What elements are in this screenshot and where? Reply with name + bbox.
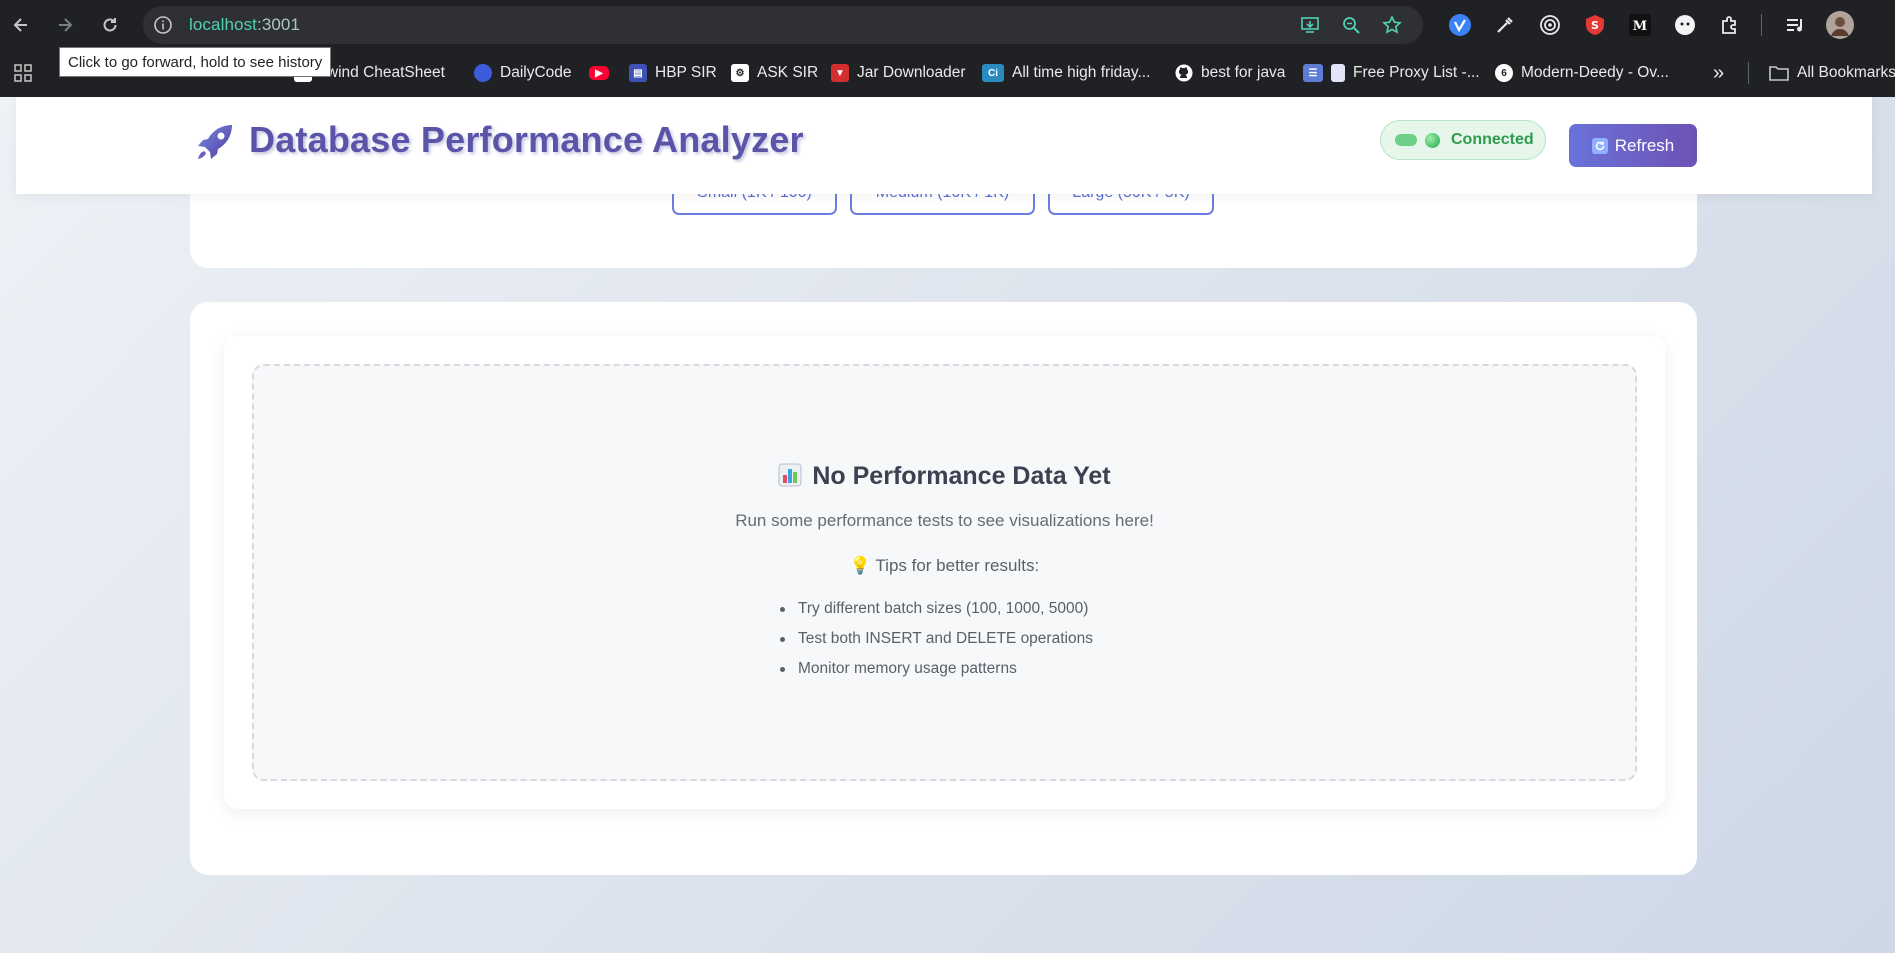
bookmark-all-time-high[interactable]: Ci All time high friday... bbox=[982, 61, 1150, 85]
bookmark-dailycode[interactable]: DailyCode bbox=[474, 61, 572, 85]
bar-chart-icon bbox=[778, 463, 802, 487]
tips-title: 💡 Tips for better results: bbox=[849, 556, 1040, 575]
puzzle-extensions-icon[interactable] bbox=[1717, 12, 1742, 37]
github-icon bbox=[1175, 64, 1193, 82]
folder-icon bbox=[1769, 66, 1789, 81]
vimeo-extension-icon[interactable] bbox=[1447, 12, 1472, 37]
status-dot-icon bbox=[1425, 133, 1440, 148]
bookmark-free-proxy[interactable]: ☰ Free Proxy List -... bbox=[1303, 61, 1480, 85]
bookmark-ask-sir[interactable]: ⚙ ASK SIR bbox=[731, 61, 818, 85]
chart-panel: No Performance Data Yet Run some perform… bbox=[224, 336, 1665, 809]
face-extension-icon[interactable] bbox=[1672, 12, 1697, 37]
browser-toolbar: localhost:3001 S M bbox=[0, 0, 1895, 50]
tips-list: Try different batch sizes (100, 1000, 50… bbox=[780, 599, 1093, 689]
zoom-icon[interactable] bbox=[1340, 14, 1362, 36]
address-bar[interactable]: localhost:3001 bbox=[143, 6, 1423, 44]
all-bookmarks-button[interactable]: All Bookmarks bbox=[1769, 61, 1895, 85]
tip-item: Monitor memory usage patterns bbox=[780, 659, 1093, 689]
status-text: Connected bbox=[1451, 131, 1534, 148]
refresh-button[interactable]: Refresh bbox=[1569, 124, 1697, 167]
bookmark-modern-deedy[interactable]: 6 Modern-Deedy - Ov... bbox=[1495, 61, 1669, 85]
profile-avatar-icon[interactable] bbox=[1826, 11, 1854, 39]
back-arrow-icon bbox=[13, 18, 27, 32]
bookmark-best-for-java[interactable]: best for java bbox=[1175, 61, 1285, 85]
app-header: Database Performance Analyzer Connected … bbox=[16, 97, 1872, 194]
visualization-card: No Performance Data Yet Run some perform… bbox=[190, 302, 1697, 875]
empty-state: No Performance Data Yet Run some perform… bbox=[252, 364, 1637, 781]
toolbar-separator bbox=[1761, 14, 1762, 36]
forward-arrow-icon bbox=[59, 18, 73, 32]
download-icon: ▼ bbox=[831, 64, 849, 82]
bookmarks-separator bbox=[1748, 62, 1749, 84]
back-button[interactable] bbox=[6, 10, 36, 40]
youtube-icon: ▶ bbox=[589, 66, 609, 80]
ci-icon: Ci bbox=[982, 64, 1004, 82]
document-icon bbox=[1331, 64, 1345, 82]
refresh-icon bbox=[1591, 137, 1608, 154]
svg-text:M: M bbox=[1632, 19, 1646, 34]
more-bookmarks-button[interactable]: » bbox=[1713, 61, 1724, 85]
avatar-icon bbox=[474, 64, 492, 82]
tip-item: Test both INSERT and DELETE operations bbox=[780, 629, 1093, 659]
media-controls-icon[interactable] bbox=[1782, 12, 1807, 37]
extensions-bar: S M bbox=[1447, 12, 1742, 37]
apps-grid-icon bbox=[14, 64, 32, 82]
toggle-icon bbox=[1395, 134, 1417, 146]
bookmark-star-icon[interactable] bbox=[1381, 14, 1403, 36]
empty-state-subtitle: Run some performance tests to see visual… bbox=[735, 511, 1154, 530]
overleaf-icon: 6 bbox=[1495, 64, 1513, 82]
bookmark-youtube[interactable]: ▶ bbox=[589, 61, 609, 85]
medium-extension-icon[interactable]: M bbox=[1627, 12, 1652, 37]
app-page: Small (1K / 100) Medium (10K / 1K) Large… bbox=[0, 97, 1895, 953]
connection-status-badge: Connected bbox=[1380, 120, 1546, 160]
eyedropper-extension-icon[interactable] bbox=[1492, 12, 1517, 37]
site-icon: ▤ bbox=[629, 64, 647, 82]
bookmark-hbp-sir[interactable]: ▤ HBP SIR bbox=[629, 61, 717, 85]
list-icon: ☰ bbox=[1303, 64, 1323, 82]
site-icon: ⚙ bbox=[731, 64, 749, 82]
install-app-icon[interactable] bbox=[1299, 14, 1321, 36]
bookmark-jar-downloader[interactable]: ▼ Jar Downloader bbox=[831, 61, 966, 85]
red-s-extension-icon[interactable]: S bbox=[1582, 12, 1607, 37]
refresh-label: Refresh bbox=[1614, 135, 1675, 155]
svg-text:S: S bbox=[1591, 19, 1599, 32]
apps-button[interactable] bbox=[14, 61, 32, 85]
url-text[interactable]: localhost:3001 bbox=[189, 15, 300, 35]
forward-button[interactable] bbox=[50, 10, 80, 40]
target-extension-icon[interactable] bbox=[1537, 12, 1562, 37]
app-title: Database Performance Analyzer bbox=[249, 119, 804, 160]
rocket-icon bbox=[198, 125, 232, 159]
reload-icon bbox=[103, 18, 117, 32]
site-info-icon[interactable] bbox=[153, 15, 173, 35]
empty-state-title: No Performance Data Yet bbox=[254, 462, 1635, 491]
tip-item: Try different batch sizes (100, 1000, 50… bbox=[780, 599, 1093, 629]
reload-button[interactable] bbox=[95, 10, 125, 40]
forward-tooltip: Click to go forward, hold to see history bbox=[59, 47, 332, 77]
address-bar-actions bbox=[1299, 14, 1403, 36]
